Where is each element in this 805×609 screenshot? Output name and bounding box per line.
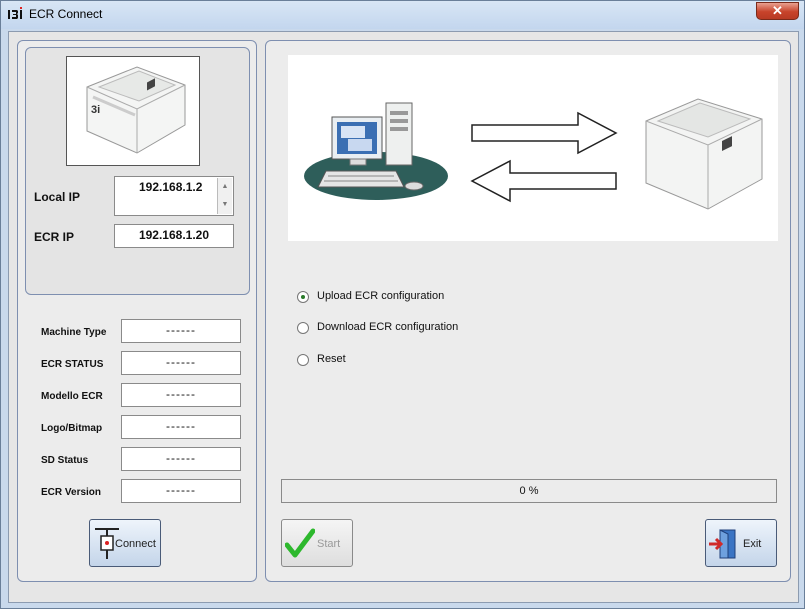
logo-bitmap-value: ------ — [166, 419, 196, 433]
spin-down-icon[interactable]: ▼ — [218, 197, 232, 213]
client-area: 3i Local IP 192.168.1.2 ▲ ▼ ECR IP 192.1… — [8, 31, 799, 603]
connect-button[interactable]: Connect — [89, 519, 161, 567]
computer-icon — [304, 102, 448, 200]
start-button[interactable]: Start — [281, 519, 353, 567]
right-panel: Upload ECR configuration Download ECR co… — [265, 40, 791, 582]
ecr-ip-field[interactable]: 192.168.1.20 — [114, 224, 234, 248]
sd-status-value: ------ — [166, 451, 196, 465]
ip-group: 3i Local IP 192.168.1.2 ▲ ▼ ECR IP 192.1… — [25, 47, 250, 295]
local-ip-field[interactable]: 192.168.1.2 ▲ ▼ — [114, 176, 234, 216]
reset-label[interactable]: Reset — [317, 353, 346, 365]
ecr-status-value: ------ — [166, 355, 196, 369]
modello-ecr-value: ------ — [166, 387, 196, 401]
ecr-version-label: ECR Version — [41, 487, 102, 498]
ecr-status-label: ECR STATUS — [41, 359, 104, 370]
ecr-printer-image: 3i — [66, 56, 200, 166]
local-ip-label: Local IP — [34, 190, 81, 204]
reset-radio[interactable] — [297, 354, 309, 366]
exit-door-icon — [709, 529, 736, 559]
local-ip-value: 192.168.1.2 — [139, 180, 203, 194]
checkmark-icon — [285, 528, 315, 558]
bidirectional-arrows-icon — [470, 111, 618, 203]
upload-radio[interactable] — [297, 291, 309, 303]
ecr-version-value: ------ — [166, 483, 196, 497]
app-window: ECR Connect ✕ 3i Local IP 192.168.1.2 ▲ … — [0, 0, 805, 609]
logo-bitmap-field: ------ — [121, 415, 241, 439]
ecr-version-field: ------ — [121, 479, 241, 503]
spin-up-icon[interactable]: ▲ — [218, 179, 232, 195]
machine-type-field: ------ — [121, 319, 241, 343]
ecr-ip-label: ECR IP — [34, 230, 75, 244]
close-icon: ✕ — [772, 3, 783, 18]
download-label[interactable]: Download ECR configuration — [317, 321, 458, 333]
svg-text:3i: 3i — [91, 104, 100, 116]
progress-text: 0 % — [519, 485, 539, 497]
machine-type-value: ------ — [166, 323, 196, 337]
logo-bitmap-label: Logo/Bitmap — [41, 423, 103, 434]
local-ip-spinner[interactable]: ▲ ▼ — [217, 178, 232, 214]
connect-label: Connect — [115, 538, 156, 550]
machine-type-label: Machine Type — [41, 327, 107, 338]
left-panel: 3i Local IP 192.168.1.2 ▲ ▼ ECR IP 192.1… — [17, 40, 257, 582]
sd-status-field: ------ — [121, 447, 241, 471]
close-button[interactable]: ✕ — [756, 2, 799, 20]
sd-status-label: SD Status — [41, 455, 89, 466]
modello-ecr-field: ------ — [121, 383, 241, 407]
window-title: ECR Connect — [29, 7, 103, 21]
title-bar[interactable]: ECR Connect ✕ — [1, 1, 804, 29]
connection-diagram — [288, 55, 778, 241]
download-radio[interactable] — [297, 322, 309, 334]
progress-bar: 0 % — [281, 479, 777, 503]
exit-button[interactable]: Exit — [705, 519, 777, 567]
ecr-status-field: ------ — [121, 351, 241, 375]
app-logo-icon — [8, 7, 22, 19]
modello-ecr-label: Modello ECR — [41, 391, 103, 402]
exit-label: Exit — [743, 538, 762, 550]
start-label: Start — [317, 538, 341, 550]
ecr-printer-icon — [645, 98, 763, 210]
ecr-ip-value: 192.168.1.20 — [138, 228, 210, 242]
upload-label[interactable]: Upload ECR configuration — [317, 290, 444, 302]
